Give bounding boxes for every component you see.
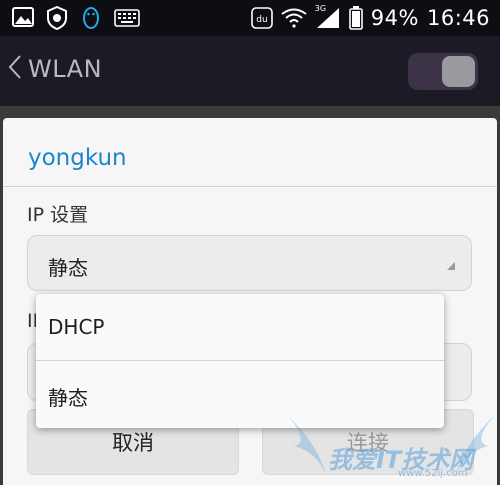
clock: 16:46	[426, 6, 490, 30]
du-icon: du	[250, 7, 273, 29]
gallery-icon	[12, 6, 34, 28]
divider	[3, 186, 497, 187]
watermark: 我爱IT技术网 www.52ij.com	[286, 412, 496, 482]
signal-icon: 3G	[314, 4, 341, 29]
dropdown-arrow-icon	[447, 262, 455, 270]
app-bar: WLAN	[0, 36, 500, 106]
battery-percent: 94%	[370, 6, 419, 30]
status-right: du 3G 94% 16:46	[250, 0, 490, 36]
network-type-label: 3G	[314, 4, 327, 13]
watermark-url: www.52ij.com	[398, 468, 468, 479]
shield-icon	[46, 6, 68, 30]
option-label: DHCP	[48, 315, 105, 339]
penguin-icon	[80, 6, 102, 30]
toggle-knob	[442, 56, 475, 87]
dialog-title: yongkun	[28, 145, 127, 171]
option-label: 静态	[48, 386, 88, 410]
keyboard-icon	[114, 9, 140, 27]
wlan-toggle[interactable]	[408, 53, 478, 90]
back-button[interactable]: WLAN	[8, 54, 102, 84]
svg-text:du: du	[256, 15, 267, 25]
dropdown-option-dhcp[interactable]: DHCP	[36, 294, 444, 360]
ip-settings-dropdown: DHCP 静态	[36, 294, 444, 428]
wifi-icon	[281, 8, 307, 28]
ip-settings-select[interactable]: 静态	[27, 235, 472, 291]
chevron-left-icon	[8, 54, 22, 84]
ip-settings-label: IP 设置	[27, 204, 89, 226]
page-title: WLAN	[28, 55, 103, 83]
ip-settings-value: 静态	[48, 256, 88, 280]
battery-icon	[348, 6, 363, 30]
status-bar: du 3G 94% 16:46	[0, 0, 500, 36]
